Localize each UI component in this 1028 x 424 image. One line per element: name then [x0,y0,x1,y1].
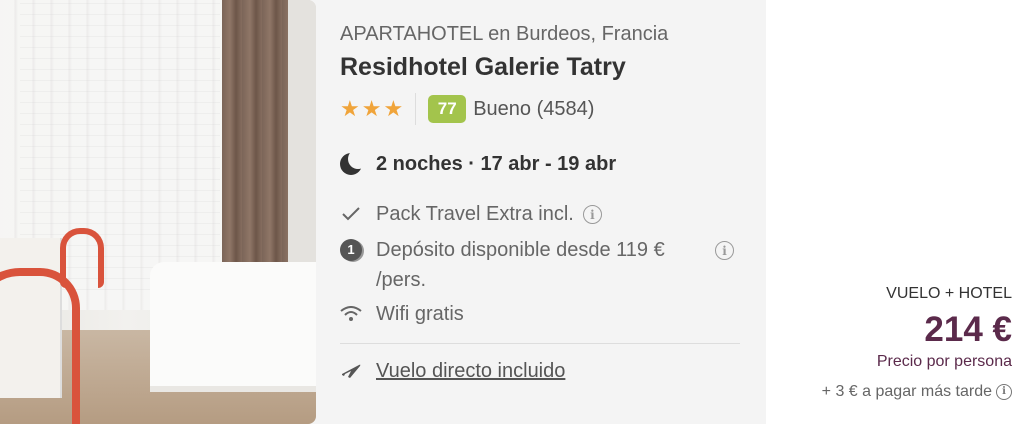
divider [340,343,740,344]
price-block: VUELO + HOTEL 214 € Precio por persona +… [822,283,1012,403]
wifi-icon [340,299,362,329]
star-icon: ★ [340,96,360,121]
feature-list: Pack Travel Extra incl. i 1 Depósito dis… [340,199,750,329]
extra-fee: + 3 € a pagar más tarde i [822,381,1012,403]
price-per-person: Precio por persona [876,353,1012,370]
info-icon[interactable]: i [582,205,602,224]
stay-dates-text: 2 noches · 17 abr - 19 abr [376,152,617,175]
feature-text: Wifi gratis [376,303,464,325]
price-panel: VUELO + HOTEL 214 € Precio por persona +… [766,0,1028,424]
pack-type: VUELO + HOTEL [886,285,1012,302]
rating-divider [415,93,417,125]
photo-chair [0,268,80,424]
hotel-name[interactable]: Residhotel Galerie Tatry [340,51,750,83]
extra-fee-text: + 3 € a pagar más tarde [821,383,992,400]
feature-text: Depósito disponible desde 119 € /pers. [376,239,665,291]
moon-icon [340,149,368,175]
plane-icon [340,356,362,386]
star-icon: ★ [361,96,382,121]
score-label[interactable]: Bueno (4584) [473,98,594,121]
star-rating: ★ ★ ★ [340,98,403,120]
feature-text: Pack Travel Extra incl. [376,203,574,225]
hotel-photo[interactable] [0,0,316,424]
photo-wall [288,0,316,270]
feature-deposit: 1 Depósito disponible desde 119 € /pers.… [340,235,750,295]
score-badge: 77 [428,95,467,123]
direct-flight-link[interactable]: Vuelo directo incluido [376,360,565,383]
rating-row: ★ ★ ★ 77 Bueno (4584) [340,93,750,125]
star-icon: ★ [383,96,404,121]
feature-wifi: Wifi gratis [340,299,750,329]
photo-bed [150,262,316,392]
check-icon [340,199,362,229]
hotel-location: APARTAHOTEL en Burdeos, Francia [340,23,669,45]
photo-curtain [222,0,288,275]
stay-dates: 2 noches · 17 abr - 19 abr [340,149,750,179]
price-amount[interactable]: 214 € [822,309,1012,351]
hotel-card[interactable]: APARTAHOTEL en Burdeos, Francia Residhot… [0,0,1028,424]
info-icon[interactable]: i [996,384,1012,400]
info-icon[interactable]: i [715,241,734,260]
deposit-coin-icon: 1 [340,235,362,265]
feature-pack-travel: Pack Travel Extra incl. i [340,199,750,229]
hotel-info: APARTAHOTEL en Burdeos, Francia Residhot… [340,20,750,386]
flight-info: Vuelo directo incluido [340,356,750,386]
